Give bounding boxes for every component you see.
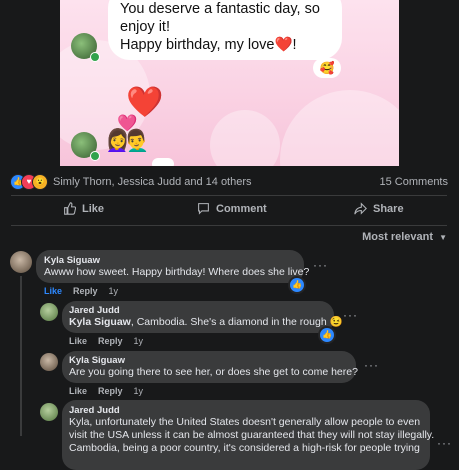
like-button-label: Like <box>82 202 105 215</box>
comment-reply-link[interactable]: Reply <box>98 336 123 346</box>
background-heart <box>280 90 399 166</box>
comment-count[interactable]: 15 Comments <box>380 176 448 188</box>
chat-message-line: You deserve a fantastic day, so <box>120 1 320 17</box>
comment-text-line: visit the USA unless it can be almost gu… <box>69 429 435 441</box>
online-indicator <box>90 151 100 161</box>
comment-button-label: Comment <box>216 202 267 215</box>
wow-icon: 😮 <box>32 174 48 190</box>
chat-message-line-text: Happy birthday, my love <box>120 37 275 53</box>
comment-text: Kyla, unfortunately the United States do… <box>69 416 434 455</box>
comment-text: Kyla Siguaw, Cambodia. She's a diamond i… <box>69 316 343 329</box>
comment-author[interactable]: Kyla Siguaw <box>69 355 125 366</box>
comment-text-line: Cambodia, being a poor country, it's con… <box>69 442 420 454</box>
more-options-icon[interactable]: ··· <box>364 358 379 372</box>
comment-sort-dropdown[interactable]: Most relevant ▼ <box>362 231 447 243</box>
post-actions: Like Comment Share <box>0 198 459 224</box>
comment-timestamp[interactable]: 1y <box>134 336 144 346</box>
comment-text-body: , Cambodia. She's a diamond in the rough <box>130 316 327 328</box>
comment-button[interactable]: Comment <box>197 202 267 215</box>
heart-emoji: ❤️ <box>274 37 293 53</box>
comment-reply-link[interactable]: Reply <box>98 386 123 396</box>
wink-emoji: 😉 <box>329 316 343 328</box>
comment-author[interactable]: Kyla Siguaw <box>44 255 100 266</box>
comment-timestamp[interactable]: 1y <box>134 386 144 396</box>
share-icon <box>354 202 367 215</box>
heart-emoji-large: ❤️ <box>126 86 164 119</box>
message-reaction: 🥰 <box>313 58 341 78</box>
comment-author[interactable]: Jared Judd <box>69 305 120 316</box>
like-button[interactable]: Like <box>63 202 104 215</box>
more-options-icon[interactable]: ··· <box>313 258 328 272</box>
more-options-icon[interactable]: ··· <box>343 308 358 322</box>
chat-message-line: Happy birthday, my love❤️! <box>120 37 297 53</box>
comment-meta: Like Reply 1y <box>44 286 129 296</box>
divider <box>11 225 447 226</box>
more-options-icon[interactable]: ··· <box>437 436 452 450</box>
comment-like-link[interactable]: Like <box>44 286 62 296</box>
commenter-avatar[interactable] <box>40 353 58 371</box>
comment-text: Are you going there to see her, or does … <box>69 366 358 378</box>
message-reaction <box>152 158 174 166</box>
post-photo[interactable]: You deserve a fantastic day, so enjoy it… <box>60 0 399 166</box>
share-button-label: Share <box>373 202 404 215</box>
like-icon: 👍 <box>318 326 336 344</box>
comment-like-link[interactable]: Like <box>69 386 87 396</box>
commenter-avatar[interactable] <box>40 403 58 421</box>
comment-icon <box>198 203 209 215</box>
comment-meta: Like Reply 1y <box>69 336 154 346</box>
comment-text-line: Kyla, unfortunately the United States do… <box>69 416 421 428</box>
online-indicator <box>90 52 100 62</box>
couple-emoji: 👩‍❤️‍👨 <box>106 115 149 153</box>
reactions-summary[interactable]: 👍 ♥ 😮 Simly Thorn, Jessica Judd and 14 o… <box>0 166 459 196</box>
comment-meta: Like Reply 1y <box>69 386 154 396</box>
comment-timestamp[interactable]: 1y <box>109 286 119 296</box>
reaction-icons: 👍 ♥ 😮 <box>10 174 50 190</box>
chat-message-line: enjoy it! <box>120 19 170 35</box>
comment-like-link[interactable]: Like <box>69 336 87 346</box>
divider <box>11 195 447 196</box>
chevron-down-icon: ▼ <box>439 233 447 242</box>
mention-link[interactable]: Kyla Siguaw <box>69 316 131 328</box>
reacted-by-text[interactable]: Simly Thorn, Jessica Judd and 14 others <box>53 176 252 188</box>
like-icon: 👍 <box>288 276 306 294</box>
commenter-avatar[interactable] <box>40 303 58 321</box>
chat-message: You deserve a fantastic day, so enjoy it… <box>120 0 350 54</box>
background-heart <box>210 110 280 166</box>
sort-label: Most relevant <box>362 231 434 243</box>
thumbs-up-icon <box>64 202 76 215</box>
comment-author[interactable]: Jared Judd <box>69 405 120 416</box>
thread-line <box>20 276 22 436</box>
share-button[interactable]: Share <box>354 202 404 215</box>
comment-text: Awww how sweet. Happy birthday! Where do… <box>44 266 310 278</box>
comment-reply-link[interactable]: Reply <box>73 286 98 296</box>
commenter-avatar[interactable] <box>10 251 32 273</box>
